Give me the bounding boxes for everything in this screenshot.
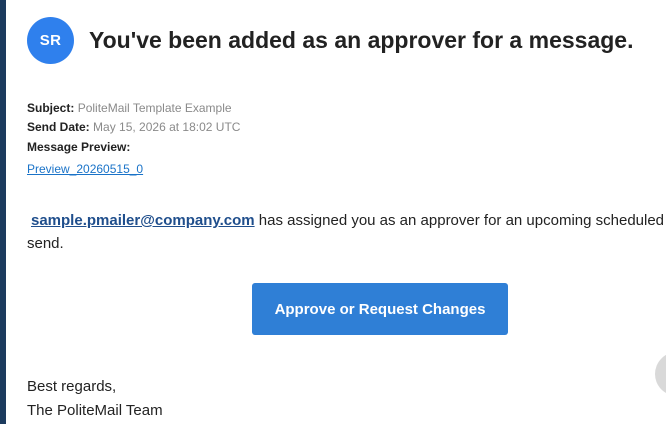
avatar-initials: SR xyxy=(39,32,62,49)
scroll-button[interactable] xyxy=(655,352,666,396)
left-accent-bar xyxy=(0,0,6,424)
subject-value: PoliteMail Template Example xyxy=(77,101,232,115)
sender-email-link[interactable]: sample.pmailer@company.com xyxy=(27,212,255,229)
signature-greeting: Best regards, xyxy=(27,378,117,395)
approve-button-label: Approve or Request Changes xyxy=(274,300,486,318)
avatar: SR xyxy=(27,17,74,64)
message-preview-label: Message Preview: xyxy=(27,140,131,154)
body-paragraph: sample.pmailer@company.com has assigned … xyxy=(27,209,666,255)
signature-team: The PoliteMail Team xyxy=(27,402,163,419)
send-date-value: May 15, 2026 at 18:02 UTC xyxy=(93,120,241,134)
send-date-label: Send Date: xyxy=(27,120,90,134)
preview-link[interactable]: Preview_20260515_0 xyxy=(27,162,143,176)
message-preview-row: Message Preview: xyxy=(27,139,130,155)
subject-row: Subject: PoliteMail Template Example xyxy=(27,100,232,116)
email-headline: You've been added as an approver for a m… xyxy=(89,27,634,53)
approve-or-request-changes-button[interactable]: Approve or Request Changes xyxy=(252,283,508,335)
subject-label: Subject: xyxy=(27,101,75,115)
send-date-row: Send Date: May 15, 2026 at 18:02 UTC xyxy=(27,119,240,135)
